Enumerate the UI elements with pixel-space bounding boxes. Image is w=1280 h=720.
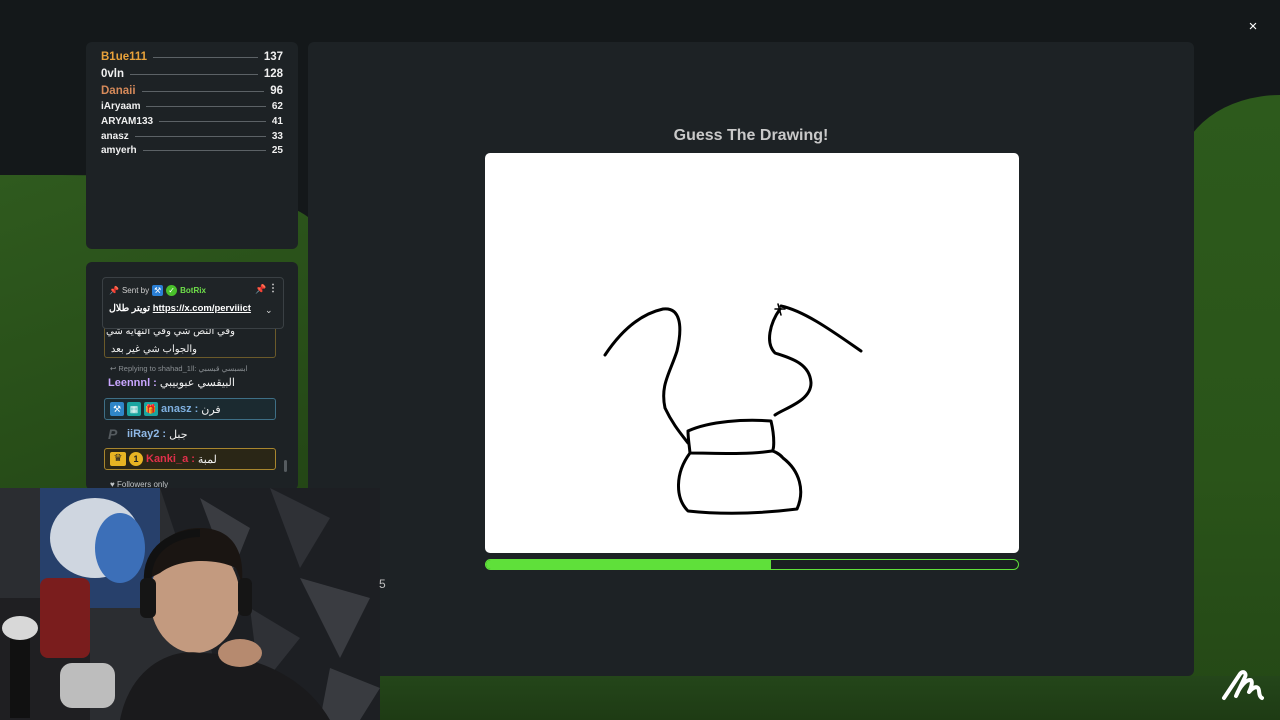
player-name: B1ue111 (101, 51, 148, 63)
pinned-message[interactable]: 📌 Sent by ⚒ ✓ BotRix 📌 ⋮ تويتر طلال http… (102, 277, 284, 329)
chat-username[interactable]: Leennnl (108, 377, 150, 389)
player-score: 25 (271, 145, 283, 156)
pinned-link[interactable]: https://x.com/perviiict (153, 303, 251, 314)
reply-icon: ↩ (110, 364, 117, 373)
sent-by-label: Sent by (121, 286, 150, 295)
player-score: 96 (270, 85, 283, 97)
player-name: amyerh (101, 145, 137, 156)
player-name: iAryaam (101, 101, 141, 112)
leaderboard-row: anasz 33 (101, 131, 283, 142)
player-score: 41 (271, 116, 283, 127)
chat-message: P iiRay2: جبل (108, 426, 188, 442)
player-name: Danaii (101, 85, 136, 97)
round-timer-fill (486, 560, 772, 569)
reply-text: Replying to shahad_1ll: ابسبسي قبسبي (118, 364, 248, 373)
leaderboard-row: amyerh 25 (101, 145, 283, 156)
streamer-webcam-image (0, 488, 380, 720)
close-button[interactable]: × (1244, 18, 1262, 36)
moderator-badge-icon: ⚒ (110, 402, 124, 416)
player-name: ARYAM133 (101, 116, 154, 127)
pinned-sender: 📌 Sent by ⚒ ✓ BotRix (109, 285, 206, 296)
message-line: والجواب شي غير بعد (110, 344, 197, 355)
leaderboard-row: B1ue111 137 (101, 51, 283, 63)
chat-text: جبل (169, 428, 188, 441)
p-badge-icon: P (108, 426, 118, 442)
chat-message: Leennnl: البيقسي عبوبيبي (108, 376, 235, 390)
round-timer-bar (485, 559, 1019, 570)
player-score: 33 (271, 131, 283, 142)
bot-name: BotRix (180, 286, 206, 295)
leader-line (142, 150, 266, 151)
player-score: 137 (263, 51, 283, 63)
leader-line (130, 73, 258, 75)
leaderboard-row: iAryaam 62 (101, 101, 283, 112)
chat-scrollbar[interactable] (284, 460, 287, 472)
crown-badge-icon: ♛ (110, 452, 126, 466)
chat-username[interactable]: Kanki_a (146, 453, 188, 465)
game-panel: Guess The Drawing! (308, 42, 1194, 676)
background-ground (300, 676, 1280, 720)
chat-text: البيقسي عبوبيبي (159, 377, 235, 389)
overlay-number: 5 (379, 577, 386, 591)
pin-icon[interactable]: 📌 (255, 284, 266, 295)
chevron-down-icon[interactable]: ⌄ (265, 305, 273, 316)
leader-line (159, 121, 266, 122)
verified-badge-icon: ✓ (166, 285, 178, 296)
leader-line (141, 90, 265, 92)
leaderboard-row: Danaii 96 (101, 85, 283, 97)
chat-message: ⚒ ▦ 🎁 anasz: فرن (110, 402, 221, 416)
scribble-logo-icon[interactable] (1218, 664, 1268, 708)
game-title: Guess The Drawing! (673, 127, 829, 144)
leader-line (153, 56, 258, 58)
player-score: 128 (263, 68, 283, 80)
chat-panel: 📌 Sent by ⚒ ✓ BotRix 📌 ⋮ تويتر طلال http… (86, 262, 298, 490)
pin-small-icon: 📌 (109, 286, 119, 295)
chat-username[interactable]: anasz (161, 403, 192, 415)
rank-one-badge-icon: 1 (129, 452, 143, 466)
drawing-canvas[interactable] (485, 153, 1019, 553)
pinned-text: تويتر طلال https://x.com/perviiict (109, 303, 251, 314)
webcam-feed (0, 488, 380, 720)
pinned-text-prefix: تويتر طلال (109, 303, 151, 314)
player-score: 62 (271, 101, 283, 112)
drawing-strokes (603, 303, 863, 515)
chat-text: فرن (201, 403, 221, 416)
background-hill-right (1180, 95, 1280, 720)
more-options-icon[interactable]: ⋮ (268, 283, 278, 294)
leaderboard-row: 0vln 128 (101, 68, 283, 80)
player-name: 0vln (101, 68, 125, 80)
gift-badge-icon: 🎁 (144, 402, 158, 416)
moderator-badge-icon: ⚒ (152, 285, 164, 296)
player-name: anasz (101, 131, 129, 142)
chat-username[interactable]: iiRay2 (127, 428, 159, 440)
subscriber-badge-icon: ▦ (127, 402, 141, 416)
leaderboard-panel: B1ue111 137 0vln 128 Danaii 96 iAryaam 6… (86, 42, 298, 249)
leader-line (146, 106, 266, 107)
chat-message: ♛ 1 Kanki_a: لمبة (110, 452, 217, 466)
leaderboard-row: ARYAM133 41 (101, 116, 283, 127)
reply-indicator: ↩ Replying to shahad_1ll: ابسبسي قبسبي (110, 364, 248, 373)
chat-text: لمبة (197, 453, 217, 466)
leader-line (134, 136, 266, 137)
